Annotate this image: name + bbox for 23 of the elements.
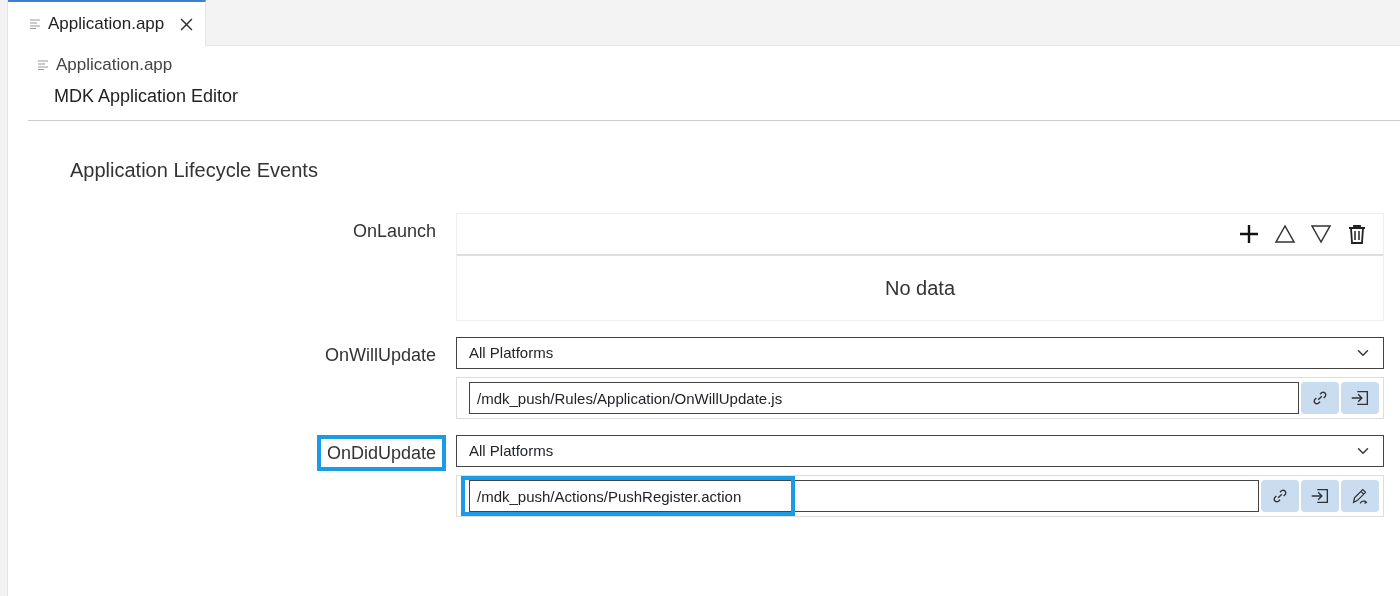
editor-tab[interactable]: Application.app <box>8 0 207 46</box>
section-title: Application Lifecycle Events <box>70 159 318 181</box>
insert-button[interactable] <box>1341 382 1379 414</box>
edit-button[interactable] <box>1341 480 1379 512</box>
move-up-icon[interactable] <box>1273 222 1297 246</box>
close-icon[interactable] <box>180 17 194 31</box>
editor-title: MDK Application Editor <box>54 84 239 108</box>
platform-select[interactable]: All Platforms <box>456 337 1384 369</box>
platform-select[interactable]: All Platforms <box>456 435 1384 467</box>
move-down-icon[interactable] <box>1309 222 1333 246</box>
document-icon <box>38 60 48 70</box>
link-button[interactable] <box>1301 382 1339 414</box>
empty-message: No data <box>884 276 956 301</box>
insert-button[interactable] <box>1301 480 1339 512</box>
event-label: OnWillUpdate <box>323 344 437 367</box>
event-label: OnLaunch <box>351 220 437 243</box>
event-label: OnDidUpdate <box>316 435 446 471</box>
link-button[interactable] <box>1261 480 1299 512</box>
document-icon <box>30 19 40 29</box>
breadcrumb[interactable]: Application.app <box>56 52 173 78</box>
add-icon[interactable] <box>1237 222 1261 246</box>
path-field[interactable]: /mdk_push/Rules/Application/OnWillUpdate.js <box>469 382 1299 414</box>
path-field[interactable]: /mdk_push/Actions/PushRegister.action <box>469 480 1259 512</box>
